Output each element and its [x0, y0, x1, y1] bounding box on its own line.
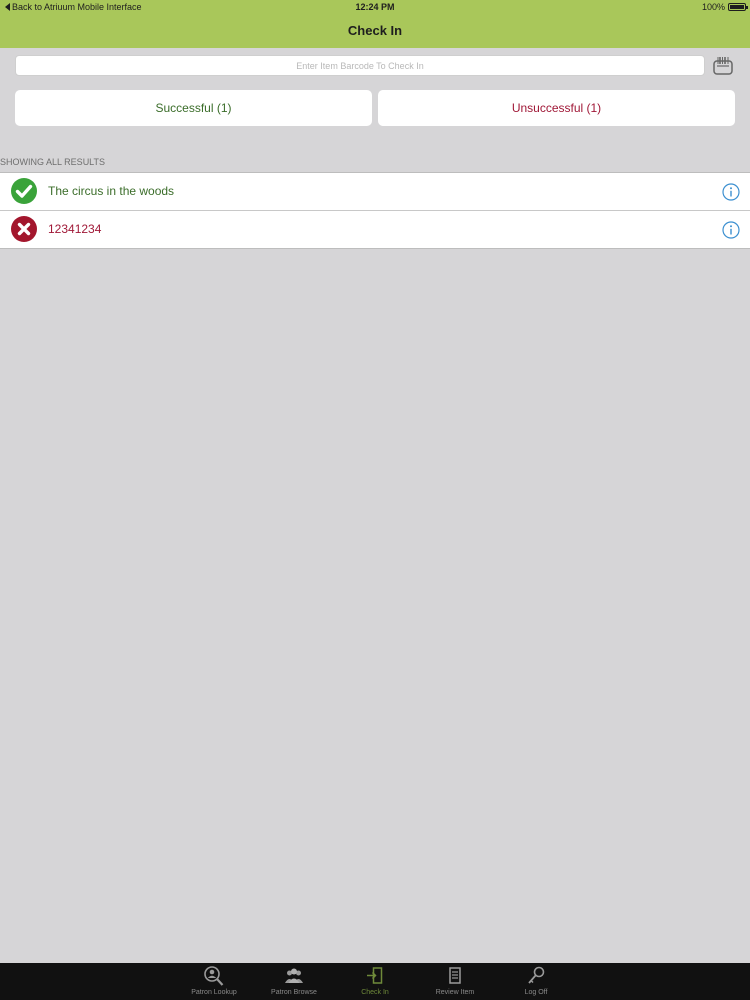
tab-label: Patron Browse [271, 989, 317, 996]
tab-label: Log Off [524, 989, 548, 996]
check-in-icon [367, 967, 383, 984]
result-title: 12341234 [48, 222, 102, 236]
tab-review-item[interactable]: Review Item [415, 963, 495, 1000]
back-to-app-link[interactable]: Back to Atriuum Mobile Interface [5, 2, 142, 12]
back-label: Back to Atriuum Mobile Interface [12, 2, 142, 12]
tab-log-off[interactable]: Log Off [496, 963, 576, 1000]
check-icon [11, 178, 37, 204]
page-title: Check In [347, 23, 403, 38]
info-icon[interactable] [722, 221, 740, 239]
barcode-scan-button[interactable] [712, 55, 734, 76]
successful-filter-button[interactable]: Successful (1) [15, 90, 372, 126]
tab-label: Review Item [435, 989, 475, 996]
tab-check-in[interactable]: Check In [335, 963, 415, 1000]
barcode-input[interactable] [15, 55, 705, 76]
people-icon [285, 968, 303, 983]
tab-label: Check In [361, 989, 389, 996]
scanner-icon [713, 57, 733, 75]
magnifier-person-icon [204, 966, 224, 986]
back-arrow-icon [5, 3, 10, 11]
results-list: The circus in the woods 12341234 [0, 172, 750, 249]
tab-patron-lookup[interactable]: Patron Lookup [174, 963, 254, 1000]
info-icon[interactable] [722, 183, 740, 201]
battery-status: 100% [701, 2, 748, 12]
battery-icon [728, 3, 748, 11]
header-bar: Back to Atriuum Mobile Interface 12:24 P… [0, 0, 750, 48]
tab-bar: Patron Lookup Patron Browse Check In Rev… [0, 963, 750, 1000]
unsuccessful-filter-button[interactable]: Unsuccessful (1) [378, 90, 735, 126]
x-icon [11, 216, 37, 242]
battery-percent: 100% [701, 2, 725, 12]
tab-label: Patron Lookup [191, 989, 237, 996]
results-heading: SHOWING ALL RESULTS [0, 157, 106, 167]
result-row-success[interactable]: The circus in the woods [0, 173, 750, 210]
result-row-failure[interactable]: 12341234 [0, 210, 750, 248]
result-title: The circus in the woods [48, 184, 175, 198]
tab-patron-browse[interactable]: Patron Browse [254, 963, 334, 1000]
document-icon [449, 967, 461, 984]
key-icon [528, 966, 545, 984]
